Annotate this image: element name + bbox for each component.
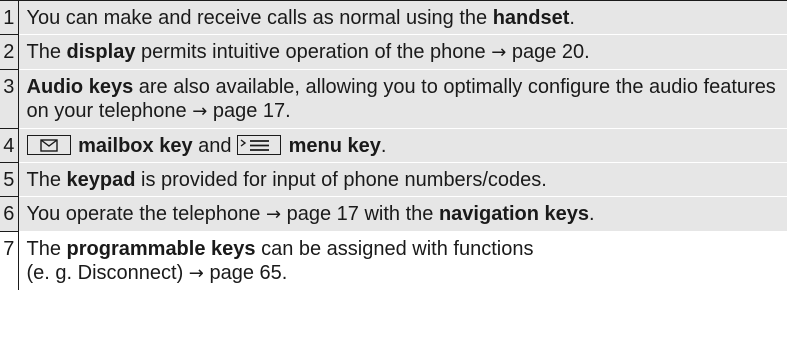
term-display: display [66, 41, 136, 63]
row-text: The programmable keys can be assigned wi… [18, 231, 787, 290]
row-text: mailbox key and menu key. [18, 128, 787, 163]
table-row: 7 The programmable keys can be assigned … [0, 231, 787, 290]
arrow-right-icon: → [192, 101, 208, 122]
row-text: The keypad is provided for input of phon… [18, 162, 787, 197]
table-row: 1 You can make and receive calls as norm… [0, 0, 787, 35]
term-menu-key: menu key [288, 135, 381, 157]
term-mailbox-key: mailbox key [78, 135, 193, 157]
term-navigation-keys: navigation keys [438, 203, 590, 225]
row-text: You operate the telephone → page 17 with… [18, 196, 787, 232]
term-audio-keys: Audio keys [26, 76, 134, 98]
term-handset: handset [492, 7, 570, 29]
table-row: 4 mailbox key and menu key. [0, 128, 787, 163]
row-number: 5 [0, 162, 19, 197]
feature-table: 1 You can make and receive calls as norm… [0, 0, 787, 290]
row-number: 4 [0, 128, 19, 163]
table-row: 3 Audio keys are also available, allowin… [0, 69, 787, 129]
menu-key-icon [237, 135, 282, 155]
row-number: 2 [0, 34, 19, 70]
row-number: 6 [0, 196, 19, 232]
row-text: Audio keys are also available, allowing … [18, 69, 787, 129]
arrow-right-icon: → [265, 204, 282, 225]
table-row: 6 You operate the telephone → page 17 wi… [0, 196, 787, 232]
table-row: 5 The keypad is provided for input of ph… [0, 162, 787, 197]
arrow-right-icon: → [188, 263, 204, 284]
mailbox-key-icon [26, 135, 71, 155]
term-programmable-keys: programmable keys [66, 238, 256, 260]
row-number: 1 [0, 0, 19, 35]
term-keypad: keypad [66, 169, 136, 191]
row-number: 3 [0, 69, 19, 129]
table-row: 2 The display permits intuitive operatio… [0, 34, 787, 70]
arrow-right-icon: → [491, 42, 507, 63]
row-text: You can make and receive calls as normal… [18, 0, 787, 35]
row-text: The display permits intuitive operation … [18, 34, 787, 70]
row-number: 7 [0, 231, 19, 290]
